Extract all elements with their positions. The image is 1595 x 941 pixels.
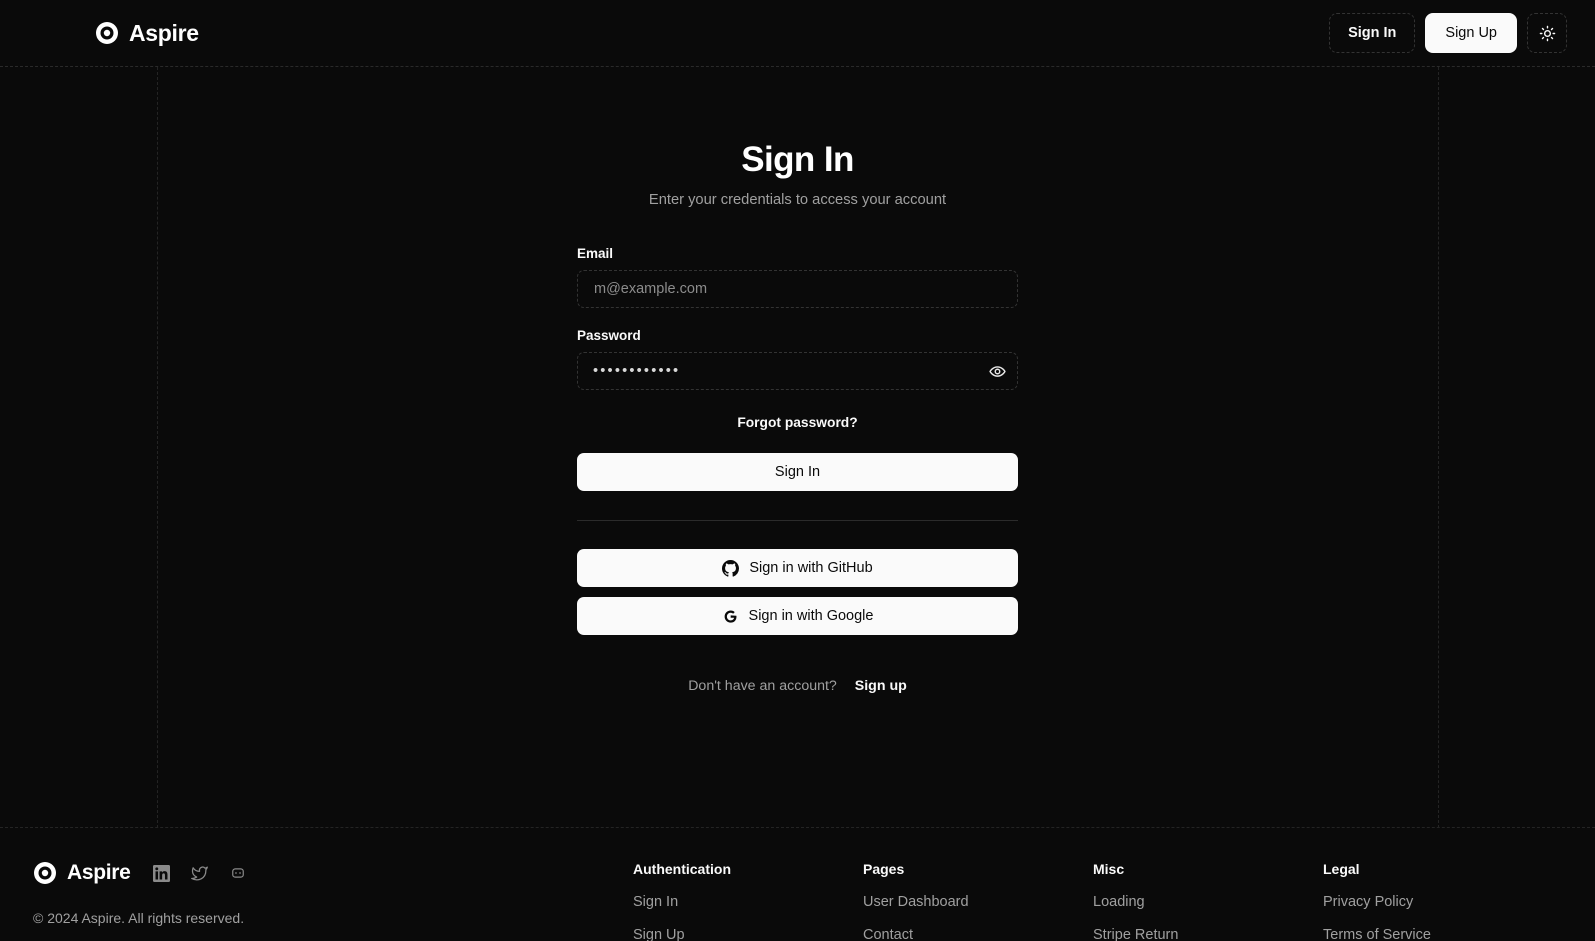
sign-in-with-google-button[interactable]: Sign in with Google [577,597,1018,636]
google-icon [724,610,737,623]
footer-link-sign-up[interactable]: Sign Up [633,927,863,941]
forgot-password-link[interactable]: Forgot password? [737,415,857,430]
discord-icon [231,868,244,878]
footer-column-title: Pages [863,861,905,877]
brand-logo[interactable]: Aspire [95,20,199,47]
footer-logo[interactable]: Aspire [33,861,139,885]
footer-column-authentication: Authentication Sign In Sign Up [633,861,863,941]
header-actions: Sign In Sign Up [1329,13,1567,53]
footer-column-legal: Legal Privacy Policy Terms of Service [1323,861,1553,941]
footer-link-stripe-return[interactable]: Stripe Return [1093,927,1323,941]
signup-prompt-row: Don't have an account? Sign up [577,678,1018,694]
eye-icon [988,365,1006,377]
twitter-link[interactable] [191,864,209,882]
footer-link-privacy-policy[interactable]: Privacy Policy [1323,894,1553,910]
email-input[interactable] [577,270,1018,309]
footer-brand-column: Aspire © 2024 Aspire. All rights reserve… [33,861,633,941]
password-label: Password [577,328,641,344]
signup-prompt-text: Don't have an account? [688,678,837,695]
sign-in-submit-button[interactable]: Sign In [577,453,1018,492]
email-label: Email [577,246,614,262]
footer-brand-name: Aspire [67,861,131,884]
bullseye-icon [96,22,118,44]
github-button-label: Sign in with GitHub [749,560,873,577]
footer-link-terms-of-service[interactable]: Terms of Service [1323,927,1553,941]
footer-column-title: Legal [1323,861,1360,877]
header-sign-up-button[interactable]: Sign Up [1425,13,1517,53]
password-visibility-toggle[interactable] [987,361,1007,381]
bullseye-icon [34,862,56,884]
oauth-buttons: Sign in with GitHub Sign in with Google [577,549,1018,636]
social-links [153,864,247,882]
footer-column-pages: Pages User Dashboard Contact [863,861,1093,941]
theme-toggle-button[interactable] [1527,13,1567,53]
brand-name: Aspire [129,19,199,46]
linkedin-icon [153,864,171,882]
sign-in-card: Sign In Enter your credentials to access… [577,140,1018,827]
site-footer: Aspire © 2024 Aspire. All rights reserve… [0,828,1595,941]
main-content: Sign In Enter your credentials to access… [0,67,1595,827]
footer-link-sign-in[interactable]: Sign In [633,894,863,910]
auth-page: Aspire Sign In Sign Up Sign In Enter you… [0,0,1595,941]
site-header: Aspire Sign In Sign Up [0,0,1595,67]
signup-link[interactable]: Sign up [855,678,907,694]
password-input-wrap: •••••••••••• [577,352,1018,391]
github-icon [722,559,740,577]
footer-link-contact[interactable]: Contact [863,927,1093,941]
footer-column-title: Misc [1093,861,1125,877]
oauth-divider [577,520,1018,522]
sun-icon [1539,25,1555,41]
forgot-password-row: Forgot password? [577,414,1018,432]
twitter-icon [191,865,208,880]
page-subtitle: Enter your credentials to access your ac… [648,192,947,209]
page-title: Sign In [741,140,854,179]
password-input[interactable] [577,352,1018,391]
copyright-text: © 2024 Aspire. All rights reserved. [33,910,245,926]
linkedin-link[interactable] [153,864,171,882]
sign-in-with-github-button[interactable]: Sign in with GitHub [577,549,1018,588]
footer-link-user-dashboard[interactable]: User Dashboard [863,894,1093,910]
discord-link[interactable] [229,864,247,882]
email-input-wrap [577,270,1018,309]
footer-link-columns: Authentication Sign In Sign Up Pages Use… [633,861,1565,941]
email-field-group: Email [577,246,1018,309]
header-sign-in-button[interactable]: Sign In [1329,13,1416,53]
footer-column-title: Authentication [633,861,731,877]
footer-brand-row: Aspire [33,861,633,885]
footer-link-loading[interactable]: Loading [1093,894,1323,910]
google-button-label: Sign in with Google [748,608,874,625]
footer-column-misc: Misc Loading Stripe Return [1093,861,1323,941]
password-field-group: Password •••••••••••• [577,328,1018,391]
